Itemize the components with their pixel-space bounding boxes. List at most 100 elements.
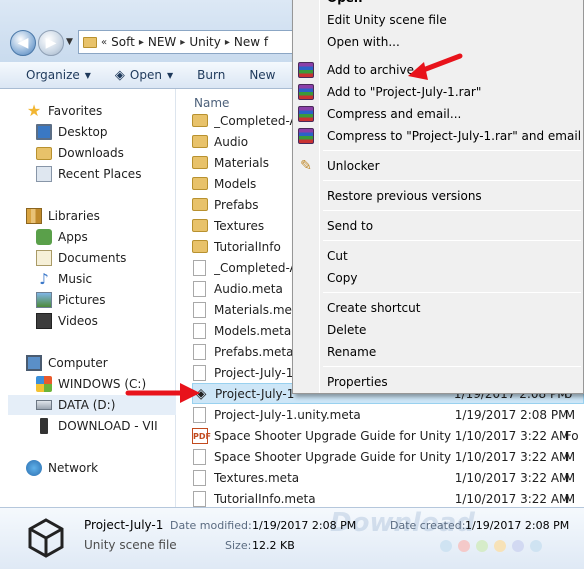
forward-button[interactable]: ▶ (38, 30, 64, 56)
size-value: 12.2 KB (252, 539, 295, 552)
breadcrumb-new-folder[interactable]: New f (230, 35, 272, 49)
organize-button[interactable]: Organize ▼ (0, 62, 103, 88)
menu-item-open-with[interactable]: Open with... (327, 32, 400, 52)
recent-pages-dropdown[interactable]: ▼ (66, 37, 73, 47)
burn-label: Burn (197, 68, 226, 82)
menu-icon-gutter (319, 0, 320, 393)
open-button[interactable]: ◈ Open ▼ (103, 62, 185, 88)
file-row[interactable]: TutorialInfo.meta 1/10/2017 3:22 AM M (192, 488, 584, 509)
menu-separator (323, 292, 581, 293)
unlocker-wand-icon: ✎ (300, 158, 312, 174)
file-name: Space Shooter Upgrade Guide for Unity 5-… (214, 428, 455, 443)
menu-item-restore-previous[interactable]: Restore previous versions (327, 186, 482, 206)
nav-recent-places-label: Recent Places (58, 167, 142, 181)
documents-icon (36, 250, 52, 266)
windows-drive-icon (36, 376, 52, 392)
file-date-modified: 1/10/2017 3:22 AM (454, 449, 570, 464)
menu-item-rename[interactable]: Rename (327, 342, 376, 362)
apps-icon (36, 229, 52, 245)
nav-favorites[interactable]: ★ Favorites (26, 101, 102, 121)
menu-item-send-to[interactable]: Send to (327, 216, 373, 236)
star-icon: ★ (26, 101, 42, 120)
phone-device-icon (40, 418, 48, 434)
nav-desktop[interactable]: Desktop (36, 122, 108, 142)
menu-item-compress-email[interactable]: Compress and email... (327, 104, 461, 124)
chevron-down-icon: ▼ (166, 70, 174, 80)
folder-icon (192, 177, 208, 190)
nav-favorites-label: Favorites (48, 104, 103, 118)
pdf-icon: PDF (192, 427, 211, 444)
nav-desktop-label: Desktop (58, 125, 108, 139)
winrar-icon (298, 106, 314, 122)
menu-item-open[interactable]: Open (327, 0, 362, 8)
nav-apps[interactable]: Apps (36, 227, 88, 247)
file-icon (193, 301, 206, 318)
menu-item-copy[interactable]: Copy (327, 268, 357, 288)
file-icon (193, 322, 206, 339)
hard-drive-icon (36, 400, 52, 410)
nav-music-label: Music (58, 272, 93, 286)
back-button[interactable]: ◀ (10, 30, 36, 56)
nav-download-device[interactable]: DOWNLOAD - VII (36, 416, 158, 436)
breadcrumb-new[interactable]: NEW (144, 35, 180, 49)
nav-documents-label: Documents (58, 251, 127, 265)
file-date-modified: 1/10/2017 3:22 AM (454, 491, 570, 506)
nav-downloads-label: Downloads (58, 146, 124, 160)
unity-icon: ◈ (114, 67, 125, 83)
music-note-icon: ♪ (39, 270, 49, 288)
menu-item-properties[interactable]: Properties (327, 372, 388, 392)
details-file-name: Project-July-1 (84, 518, 164, 532)
column-header-name[interactable]: Name (194, 96, 229, 110)
file-type: M (564, 470, 576, 485)
menu-item-compress-rar-email[interactable]: Compress to "Project-July-1.rar" and ema… (327, 126, 581, 146)
file-date-modified: 1/10/2017 3:22 AM (454, 428, 570, 443)
breadcrumb-unity[interactable]: Unity (185, 35, 225, 49)
breadcrumb-soft[interactable]: Soft (107, 35, 139, 49)
menu-item-delete[interactable]: Delete (327, 320, 366, 340)
file-date-modified: 1/19/2017 2:08 PM (454, 407, 569, 422)
menu-item-unlocker[interactable]: Unlocker (327, 156, 380, 176)
nav-music[interactable]: ♪ Music (36, 269, 92, 289)
folder-icon (192, 156, 208, 169)
winrar-icon (298, 62, 314, 78)
file-icon (193, 259, 206, 276)
file-name: Space Shooter Upgrade Guide for Unity 5.… (214, 449, 455, 464)
nav-videos[interactable]: Videos (36, 311, 98, 331)
details-file-type: Unity scene file (84, 538, 177, 552)
desktop-icon (36, 124, 52, 140)
nav-computer[interactable]: Computer (26, 353, 108, 373)
new-folder-button[interactable]: New (237, 62, 287, 88)
file-name: Project-July-1.unity.meta (214, 407, 361, 422)
file-row[interactable]: PDF Space Shooter Upgrade Guide for Unity… (192, 425, 584, 446)
file-row[interactable]: Space Shooter Upgrade Guide for Unity 5.… (192, 446, 584, 467)
winrar-icon (298, 84, 314, 100)
nav-apps-label: Apps (58, 230, 88, 244)
file-date-modified: 1/10/2017 3:22 AM (454, 470, 570, 485)
menu-item-cut[interactable]: Cut (327, 246, 348, 266)
file-row[interactable]: Textures.meta 1/10/2017 3:22 AM M (192, 467, 584, 488)
new-label: New (249, 68, 276, 82)
red-arrow-annotation (125, 383, 200, 403)
menu-item-create-shortcut[interactable]: Create shortcut (327, 298, 420, 318)
unity-file-icon (28, 518, 64, 558)
open-label: Open (129, 68, 162, 82)
pictures-icon (36, 292, 52, 308)
menu-item-edit-unity-scene[interactable]: Edit Unity scene file (327, 10, 447, 30)
date-modified-label: Date modified: (170, 519, 252, 532)
nav-documents[interactable]: Documents (36, 248, 126, 268)
folder-icon (192, 219, 208, 232)
nav-pictures[interactable]: Pictures (36, 290, 106, 310)
nav-recent-places[interactable]: Recent Places (36, 164, 141, 184)
nav-libraries-label: Libraries (48, 209, 100, 223)
watermark-dot (476, 540, 488, 552)
computer-icon (26, 355, 42, 371)
file-row[interactable]: Project-July-1.unity.meta 1/19/2017 2:08 … (192, 404, 584, 425)
network-globe-icon (26, 460, 42, 476)
folder-icon (83, 36, 97, 48)
nav-downloads[interactable]: Downloads (36, 143, 124, 163)
winrar-icon (298, 128, 314, 144)
nav-network[interactable]: Network (26, 458, 98, 478)
nav-libraries[interactable]: Libraries (26, 206, 100, 226)
burn-button[interactable]: Burn (185, 62, 237, 88)
address-bar[interactable]: « Soft ▸ NEW ▸ Unity ▸ New f (78, 30, 308, 54)
